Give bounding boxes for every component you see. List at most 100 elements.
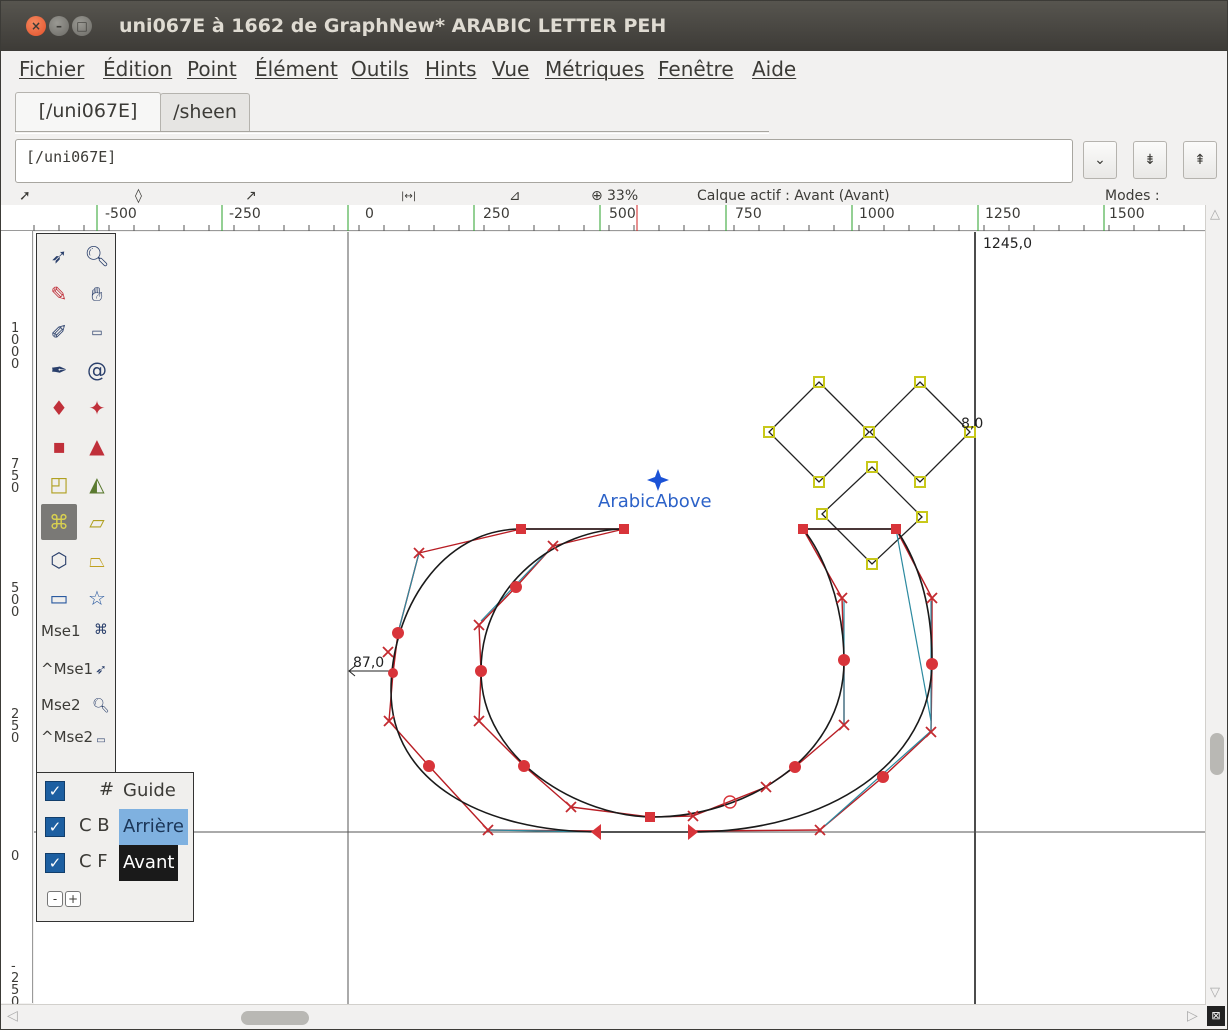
control-point[interactable] xyxy=(760,781,772,793)
ruler-label: -500 xyxy=(105,206,137,222)
corner-point[interactable] xyxy=(645,812,655,822)
corner-point-icon[interactable]: ▪ xyxy=(41,428,77,464)
layer-visible-checkbox[interactable]: ✓ xyxy=(45,817,65,837)
pointer-icon[interactable]: ➶ xyxy=(41,238,77,274)
inner-contour[interactable] xyxy=(480,528,845,818)
wordlist-dropdown-button[interactable]: ⌄ xyxy=(1083,141,1117,179)
pen-icon[interactable]: ✒ xyxy=(41,352,77,388)
curve-point[interactable] xyxy=(423,760,435,772)
ctrl-mouse2-binding: ^Mse2 xyxy=(41,728,94,746)
perspective-icon[interactable]: ⏢ xyxy=(79,542,115,578)
anchor-arabic-above[interactable]: ArabicAbove xyxy=(598,469,712,512)
menu-vue[interactable]: Vue xyxy=(492,57,529,81)
menu-point[interactable]: Point xyxy=(187,57,237,81)
modes-label: Modes : xyxy=(1105,188,1160,204)
diamond-shape[interactable] xyxy=(869,381,971,483)
tangent-point[interactable] xyxy=(591,824,601,840)
curve-point[interactable] xyxy=(926,658,938,670)
corner-point[interactable] xyxy=(798,524,808,534)
curve-point[interactable] xyxy=(518,760,530,772)
rectangle-icon[interactable]: ▭ xyxy=(41,580,77,616)
menu-outils[interactable]: Outils xyxy=(351,57,409,81)
wordlist-next-button[interactable]: ⇟ xyxy=(1133,141,1167,179)
menu-hints[interactable]: Hints xyxy=(425,57,477,81)
tangent-point[interactable] xyxy=(688,824,698,840)
tangent-point-icon[interactable]: ▲ xyxy=(79,428,115,464)
wordlist-prev-button[interactable]: ⇞ xyxy=(1183,141,1217,179)
remove-layer-button[interactable]: - xyxy=(47,891,63,907)
curve-point[interactable] xyxy=(789,761,801,773)
hv-curve-point-icon[interactable]: ✦ xyxy=(79,390,115,426)
glyph-canvas[interactable]: ArabicAbove 1245,0 87,0 8,0 xyxy=(34,232,1205,1004)
outer-contour[interactable] xyxy=(390,528,933,833)
corner-point[interactable] xyxy=(516,524,526,534)
curve-point[interactable] xyxy=(510,581,522,593)
hand-icon[interactable]: ✋︎ xyxy=(79,276,115,312)
wordlist-input[interactable]: [/uni067E] xyxy=(15,139,1073,183)
layer-name[interactable]: Avant xyxy=(119,845,179,881)
maximize-window-button[interactable]: □ xyxy=(72,16,92,36)
minimize-window-button[interactable]: – xyxy=(49,16,69,36)
curve-point[interactable] xyxy=(475,665,487,677)
horizontal-scrollbar[interactable]: ◁ ▷ xyxy=(1,1004,1205,1029)
menu-edition[interactable]: Édition xyxy=(103,57,172,81)
close-window-button[interactable]: × xyxy=(26,16,46,36)
star-icon[interactable]: ☆ xyxy=(79,580,115,616)
corner-point[interactable] xyxy=(619,524,629,534)
scroll-right-icon[interactable]: ▷ xyxy=(1187,1008,1198,1024)
spiral-icon[interactable]: @ xyxy=(79,352,115,388)
curve-point[interactable] xyxy=(388,668,398,678)
resize-grip-icon[interactable]: ⊠ xyxy=(1207,1006,1225,1026)
minimize-icon: – xyxy=(56,19,62,33)
horizontal-scroll-thumb[interactable] xyxy=(241,1011,309,1025)
vertical-ruler[interactable]: 1000 750 500 250 0 -250 xyxy=(1,231,33,1009)
curve-point[interactable] xyxy=(877,771,889,783)
layer-name[interactable]: Arrière xyxy=(119,809,188,845)
scale-icon[interactable]: ◰ xyxy=(41,466,77,502)
glyph-outline[interactable] xyxy=(390,528,933,833)
3d-rotate-icon[interactable]: ⬡ xyxy=(41,542,77,578)
menu-fenetre[interactable]: Fenêtre xyxy=(658,57,734,81)
pencil-icon[interactable]: ✎ xyxy=(41,276,77,312)
tab-uni067e[interactable]: [/uni067E] xyxy=(15,92,161,132)
corner-point[interactable] xyxy=(891,524,901,534)
curve-point-icon[interactable]: ♦ xyxy=(41,390,77,426)
scroll-up-icon[interactable]: △ xyxy=(1210,207,1220,222)
horizontal-ruler[interactable]: -500 -250 0 250 500 750 1000 1250 1500 xyxy=(1,205,1205,231)
ctrl-mouse1-binding: ^Mse1 xyxy=(41,660,94,678)
menu-fichier[interactable]: Fichier xyxy=(19,57,84,81)
zoom-icon: ⊕ xyxy=(591,188,603,204)
magnify-icon[interactable]: 🔍︎ xyxy=(79,238,115,274)
control-point[interactable] xyxy=(382,646,394,658)
layer-row-guide[interactable]: ✓ # Guide xyxy=(37,773,193,809)
diamond-shape[interactable] xyxy=(768,381,870,483)
curve-point[interactable] xyxy=(838,654,850,666)
vertical-scrollbar[interactable]: △ ▽ xyxy=(1205,205,1227,1005)
menu-metriques[interactable]: Métriques xyxy=(545,57,644,81)
layer-row-back[interactable]: ✓ C B Arrière xyxy=(37,809,193,845)
prev-glyph-icon: ⇞ xyxy=(1194,152,1206,168)
menu-element[interactable]: Élément xyxy=(255,57,338,81)
control-point[interactable] xyxy=(413,547,425,559)
glyph-outline-view[interactable]: ArabicAbove 1245,0 87,0 8,0 xyxy=(34,232,1205,1004)
tab-sheen[interactable]: /sheen xyxy=(160,93,250,131)
layer-code: C F xyxy=(79,851,108,872)
layer-name[interactable]: Guide xyxy=(119,773,180,809)
rotate-icon[interactable]: ⌘ xyxy=(41,504,77,540)
curve-points[interactable] xyxy=(388,581,938,783)
layer-visible-checkbox[interactable]: ✓ xyxy=(45,781,65,801)
curve-point[interactable] xyxy=(392,627,404,639)
menu-aide[interactable]: Aide xyxy=(752,57,796,81)
layer-visible-checkbox[interactable]: ✓ xyxy=(45,853,65,873)
flip-icon[interactable]: ◭ xyxy=(79,466,115,502)
knife-icon[interactable]: ✐ xyxy=(41,314,77,350)
scroll-down-icon[interactable]: ▽ xyxy=(1210,985,1220,1000)
scroll-left-icon[interactable]: ◁ xyxy=(7,1008,18,1024)
layers-palette: ✓ # Guide ✓ C B Arrière ✓ C F Avant - + xyxy=(36,772,194,922)
add-layer-button[interactable]: + xyxy=(65,891,81,907)
layer-row-fore[interactable]: ✓ C F Avant xyxy=(37,845,193,881)
ruler-icon[interactable]: ▭ xyxy=(79,314,115,350)
skew-icon[interactable]: ▱ xyxy=(79,504,115,540)
anchor-icon[interactable] xyxy=(647,469,669,491)
vertical-scroll-thumb[interactable] xyxy=(1210,733,1224,775)
